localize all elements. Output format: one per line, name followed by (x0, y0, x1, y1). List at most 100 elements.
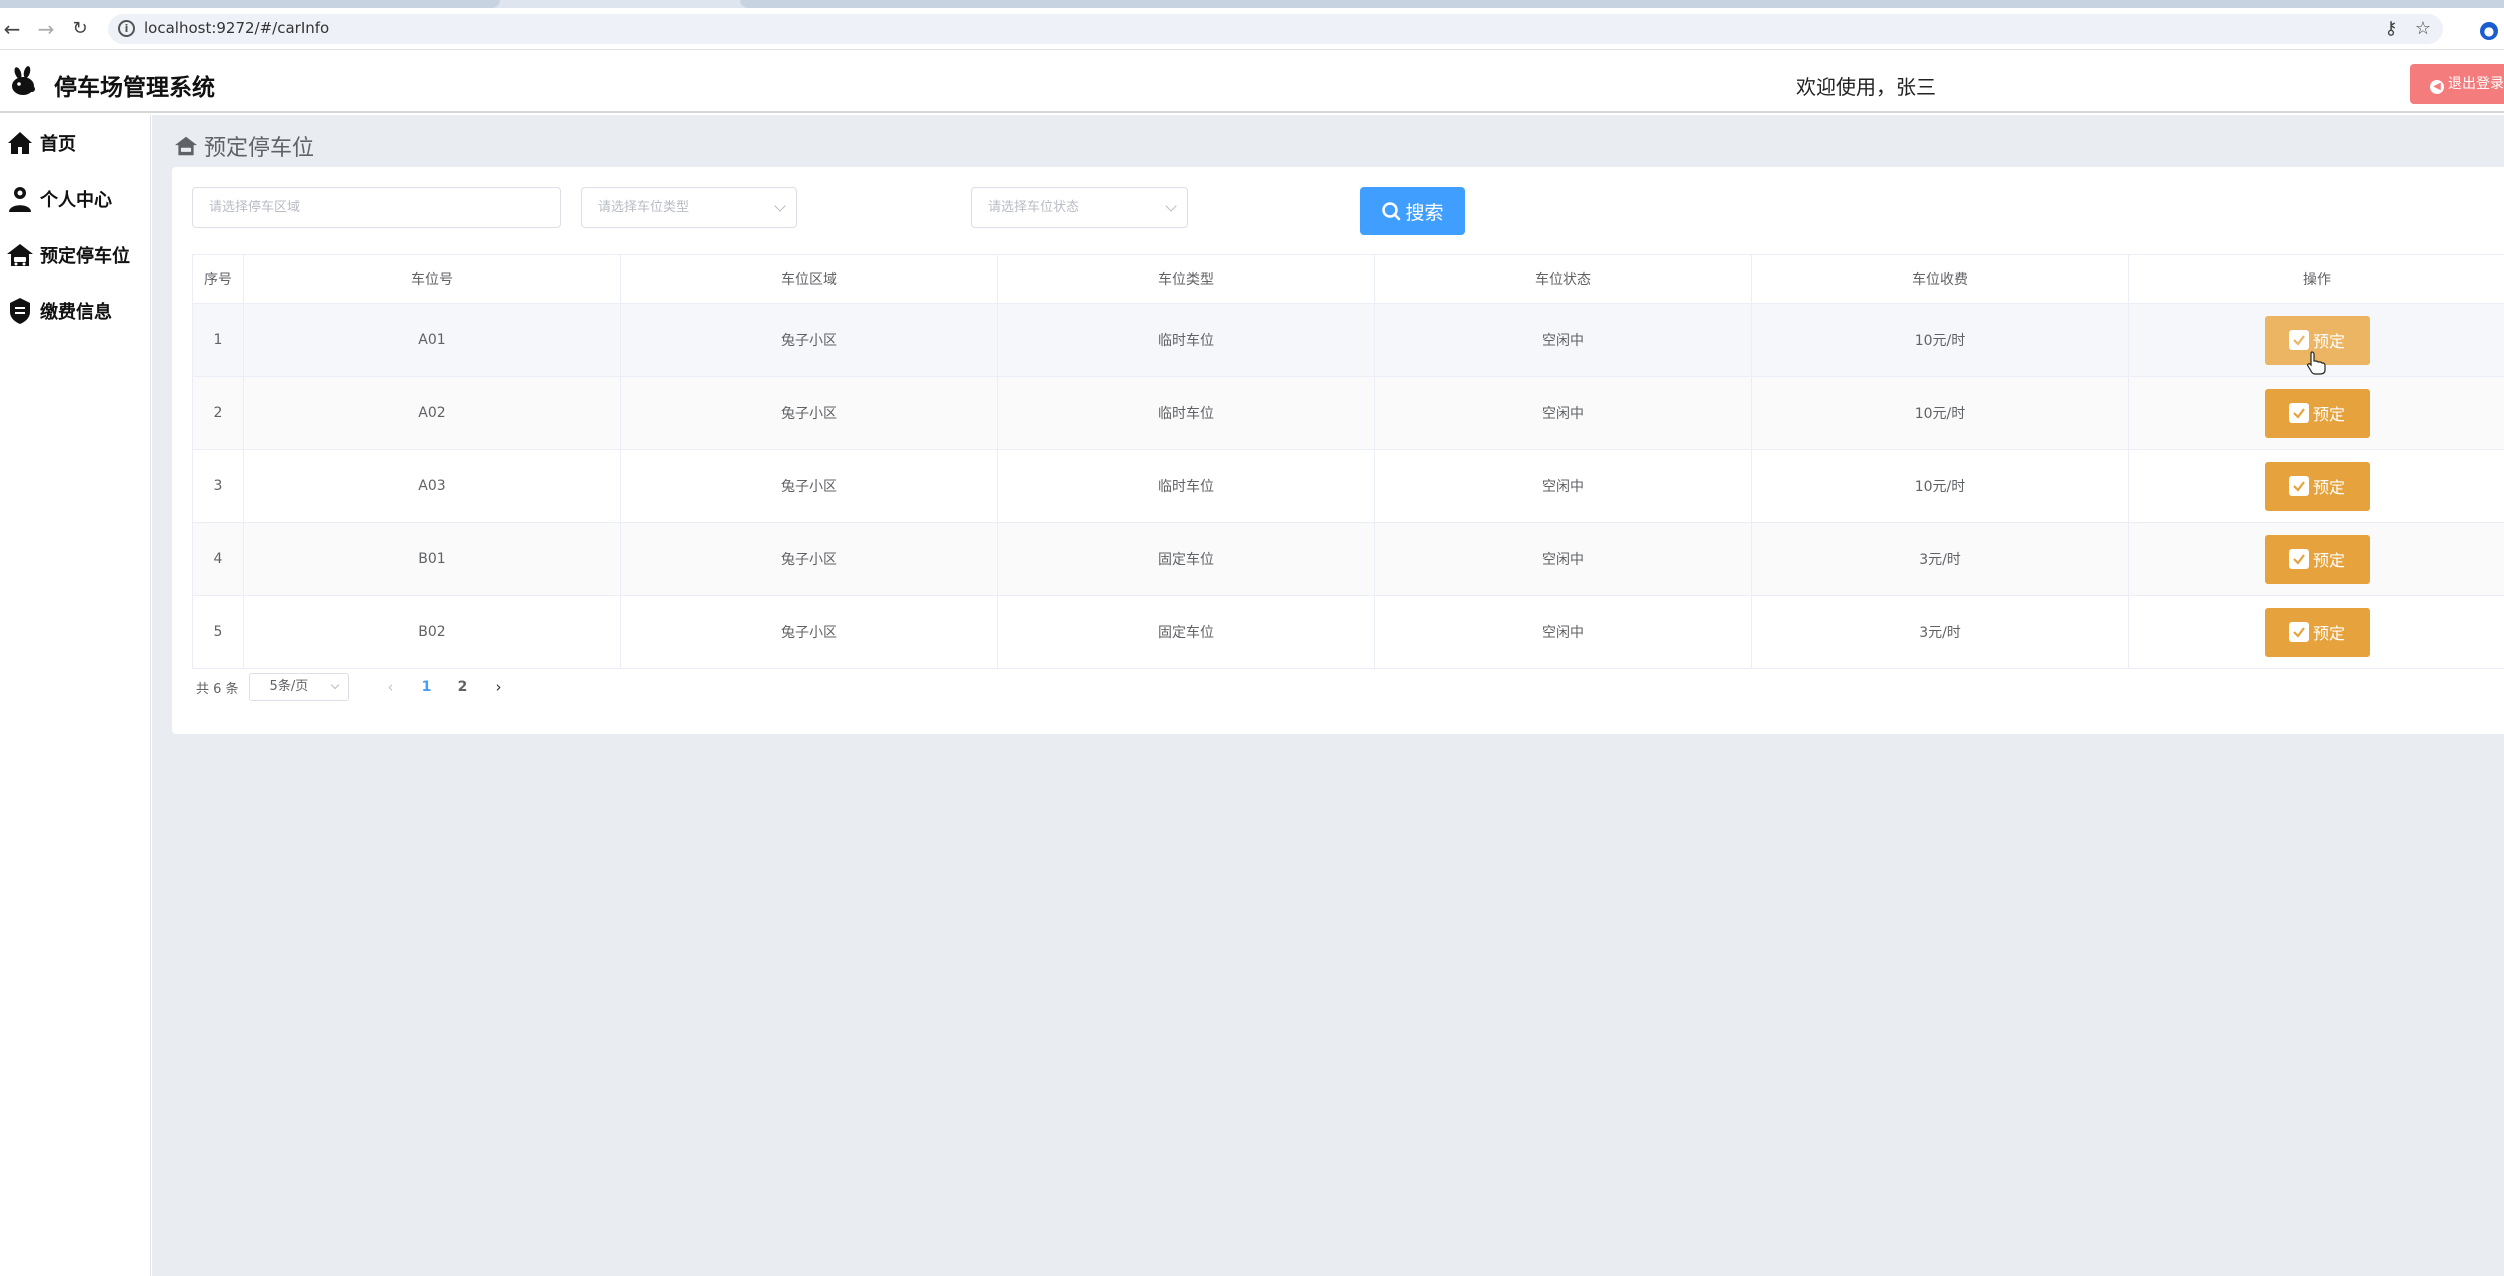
cell-fee: 10元/时 (1751, 449, 2129, 523)
cell-area: 兔子小区 (620, 449, 998, 523)
cell-type: 临时车位 (997, 376, 1375, 450)
reserve-button[interactable]: 预定 (2264, 461, 2370, 511)
home-icon (6, 129, 34, 157)
column-header-number: 车位号 (243, 254, 621, 304)
cell-action: 预定 (2128, 522, 2504, 596)
key-icon[interactable]: ⚷ (2379, 18, 2403, 40)
back-icon[interactable]: ← (0, 17, 24, 41)
browser-address-bar: ← → ↻ i localhost:9272/#/carInfo ⚷ ☆ ● (0, 8, 2504, 50)
reserve-button-label: 预定 (2312, 405, 2345, 424)
logo-icon (12, 66, 35, 95)
cell-index: 4 (192, 522, 244, 596)
cell-action: 预定 (2128, 376, 2504, 450)
area-select-placeholder: 请选择停车区域 (209, 200, 301, 215)
check-square-icon (2288, 476, 2309, 496)
url-field[interactable]: i localhost:9272/#/carInfo ⚷ ☆ (108, 14, 2443, 44)
page-number[interactable]: 1 (409, 679, 445, 695)
type-select-placeholder: 请选择车位类型 (598, 200, 690, 215)
forward-icon[interactable]: → (34, 17, 58, 41)
bookmark-star-icon[interactable]: ☆ (2411, 18, 2435, 40)
reload-icon[interactable]: ↻ (68, 17, 92, 41)
column-header-area: 车位区域 (620, 254, 998, 304)
cell-status: 空闲中 (1374, 595, 1752, 669)
cell-index: 2 (192, 376, 244, 450)
site-info-icon[interactable]: i (118, 20, 135, 37)
cell-fee: 3元/时 (1751, 522, 2129, 596)
car-icon (6, 241, 34, 269)
cell-area: 兔子小区 (620, 522, 998, 596)
sidebar-item-label: 首页 (40, 134, 76, 155)
cell-type: 临时车位 (997, 303, 1375, 377)
cell-index: 5 (192, 595, 244, 669)
browser-tab[interactable] (740, 0, 2504, 8)
status-select-placeholder: 请选择车位状态 (988, 200, 1080, 215)
table-row: 5 B02 兔子小区 固定车位 空闲中 3元/时 预定 (192, 595, 2504, 669)
reserve-button[interactable]: 预定 (2264, 534, 2370, 584)
chevron-down-icon (1165, 200, 1177, 212)
column-header-status: 车位状态 (1374, 254, 1752, 304)
sidebar-item-label: 预定停车位 (40, 246, 130, 267)
sidebar-item-home[interactable]: 首页 (6, 123, 146, 163)
next-page-icon[interactable]: › (481, 678, 517, 696)
check-square-icon (2288, 403, 2309, 423)
reserve-button-label: 预定 (2312, 332, 2345, 351)
chevron-down-icon (330, 680, 339, 690)
welcome-text: 欢迎使用，张三 (1796, 75, 1936, 99)
column-header-type: 车位类型 (997, 254, 1375, 304)
reserve-button-label: 预定 (2312, 624, 2345, 643)
cell-number: B02 (243, 595, 621, 669)
pagination: 共 6 条 5条/页 ‹ 1 2 › (196, 672, 517, 702)
table-header-row: 序号 车位号 车位区域 车位类型 车位状态 车位收费 操作 (192, 254, 2504, 304)
cell-number: B01 (243, 522, 621, 596)
logout-button[interactable]: ◀ 退出登录 (2410, 64, 2504, 104)
table-row: 1 A01 兔子小区 临时车位 空闲中 10元/时 预定 (192, 303, 2504, 377)
sidebar-item-reserve[interactable]: 预定停车位 (6, 235, 146, 275)
area-select[interactable]: 请选择停车区域 (192, 187, 561, 228)
sidebar-item-profile[interactable]: 个人中心 (6, 179, 146, 219)
cell-fee: 3元/时 (1751, 595, 2129, 669)
cell-status: 空闲中 (1374, 303, 1752, 377)
hand-cursor-icon (2307, 351, 2326, 375)
type-select[interactable]: 请选择车位类型 (581, 187, 797, 228)
cell-action: 预定 (2128, 595, 2504, 669)
reserve-button-label: 预定 (2312, 551, 2345, 570)
page-size-value: 5条/页 (269, 679, 309, 694)
cell-index: 1 (192, 303, 244, 377)
chevron-down-icon (774, 200, 786, 212)
status-select[interactable]: 请选择车位状态 (971, 187, 1188, 228)
sidebar-item-payment[interactable]: 缴费信息 (6, 291, 146, 331)
cell-fee: 10元/时 (1751, 303, 2129, 377)
page-number[interactable]: 2 (445, 679, 481, 695)
page-title-text: 预定停车位 (204, 136, 315, 161)
cell-type: 固定车位 (997, 522, 1375, 596)
profile-icon[interactable]: ● (2480, 22, 2498, 40)
reserve-button[interactable]: 预定 (2264, 607, 2370, 657)
url-text: localhost:9272/#/carInfo (144, 19, 330, 37)
pagination-total: 共 6 条 (196, 681, 239, 697)
page-size-select[interactable]: 5条/页 (248, 673, 349, 701)
search-button-label: 搜索 (1405, 201, 1444, 224)
sidebar-item-label: 个人中心 (40, 190, 112, 211)
browser-tab-strip (0, 0, 2504, 8)
reserve-button[interactable]: 预定 (2264, 388, 2370, 438)
search-button[interactable]: 搜索 (1360, 187, 1465, 235)
check-square-icon (2288, 549, 2309, 569)
column-header-index: 序号 (192, 254, 244, 304)
table-row: 3 A03 兔子小区 临时车位 空闲中 10元/时 预定 (192, 449, 2504, 523)
check-square-icon (2288, 330, 2309, 350)
car-icon (175, 136, 197, 156)
logout-icon: ◀ (2430, 80, 2444, 94)
app-header: 停车场管理系统 欢迎使用，张三 ◀ 退出登录 (0, 51, 2504, 113)
sidebar-item-label: 缴费信息 (40, 302, 112, 323)
cell-area: 兔子小区 (620, 595, 998, 669)
cell-number: A01 (243, 303, 621, 377)
browser-tab[interactable] (0, 0, 500, 8)
cell-status: 空闲中 (1374, 522, 1752, 596)
cell-index: 3 (192, 449, 244, 523)
prev-page-icon[interactable]: ‹ (373, 678, 409, 696)
search-icon (1382, 202, 1401, 221)
logout-label: 退出登录 (2448, 76, 2504, 92)
cell-fee: 10元/时 (1751, 376, 2129, 450)
cell-status: 空闲中 (1374, 449, 1752, 523)
cell-status: 空闲中 (1374, 376, 1752, 450)
